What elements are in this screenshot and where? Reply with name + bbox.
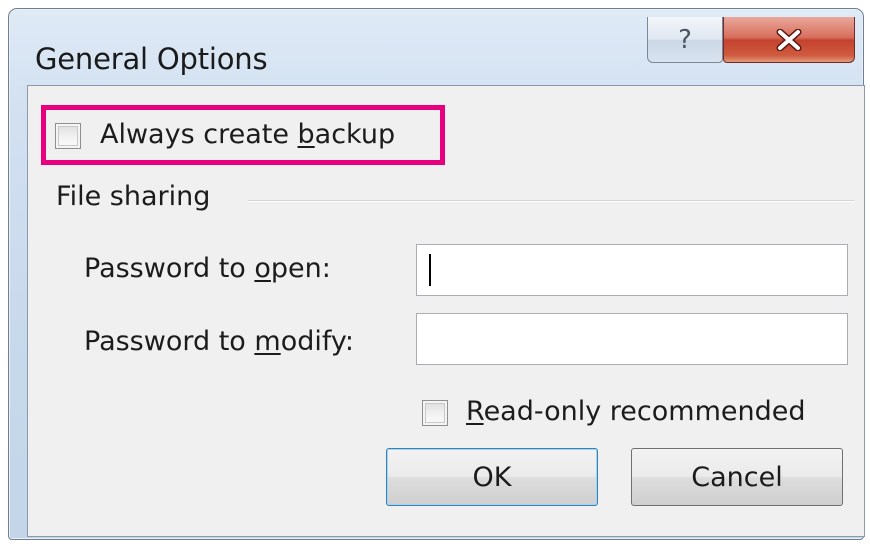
always-create-backup-checkbox[interactable] <box>55 123 81 149</box>
password-to-open-label: Password to open: <box>84 253 331 284</box>
read-only-recommended-checkbox[interactable] <box>422 400 448 426</box>
password-to-open-input[interactable] <box>416 244 848 296</box>
ok-button[interactable]: OK <box>386 448 598 506</box>
file-sharing-divider <box>248 200 854 202</box>
dialog-title: General Options <box>35 42 268 76</box>
close-button[interactable] <box>723 17 855 63</box>
file-sharing-group-label: File sharing <box>56 181 211 212</box>
help-icon: ? <box>678 24 692 55</box>
cancel-button[interactable]: Cancel <box>631 448 843 506</box>
close-icon <box>774 28 804 51</box>
always-create-backup-label[interactable]: Always create backup <box>100 119 395 150</box>
password-to-modify-label: Password to modify: <box>84 326 355 357</box>
text-caret <box>429 254 431 286</box>
help-button[interactable]: ? <box>647 17 723 63</box>
general-options-dialog: General Options ? Always create backup F… <box>8 8 865 540</box>
dialog-client-area: Always create backup File sharing Passwo… <box>27 85 865 537</box>
password-to-modify-input[interactable] <box>416 313 848 365</box>
read-only-recommended-label[interactable]: Read-only recommended <box>466 396 806 427</box>
